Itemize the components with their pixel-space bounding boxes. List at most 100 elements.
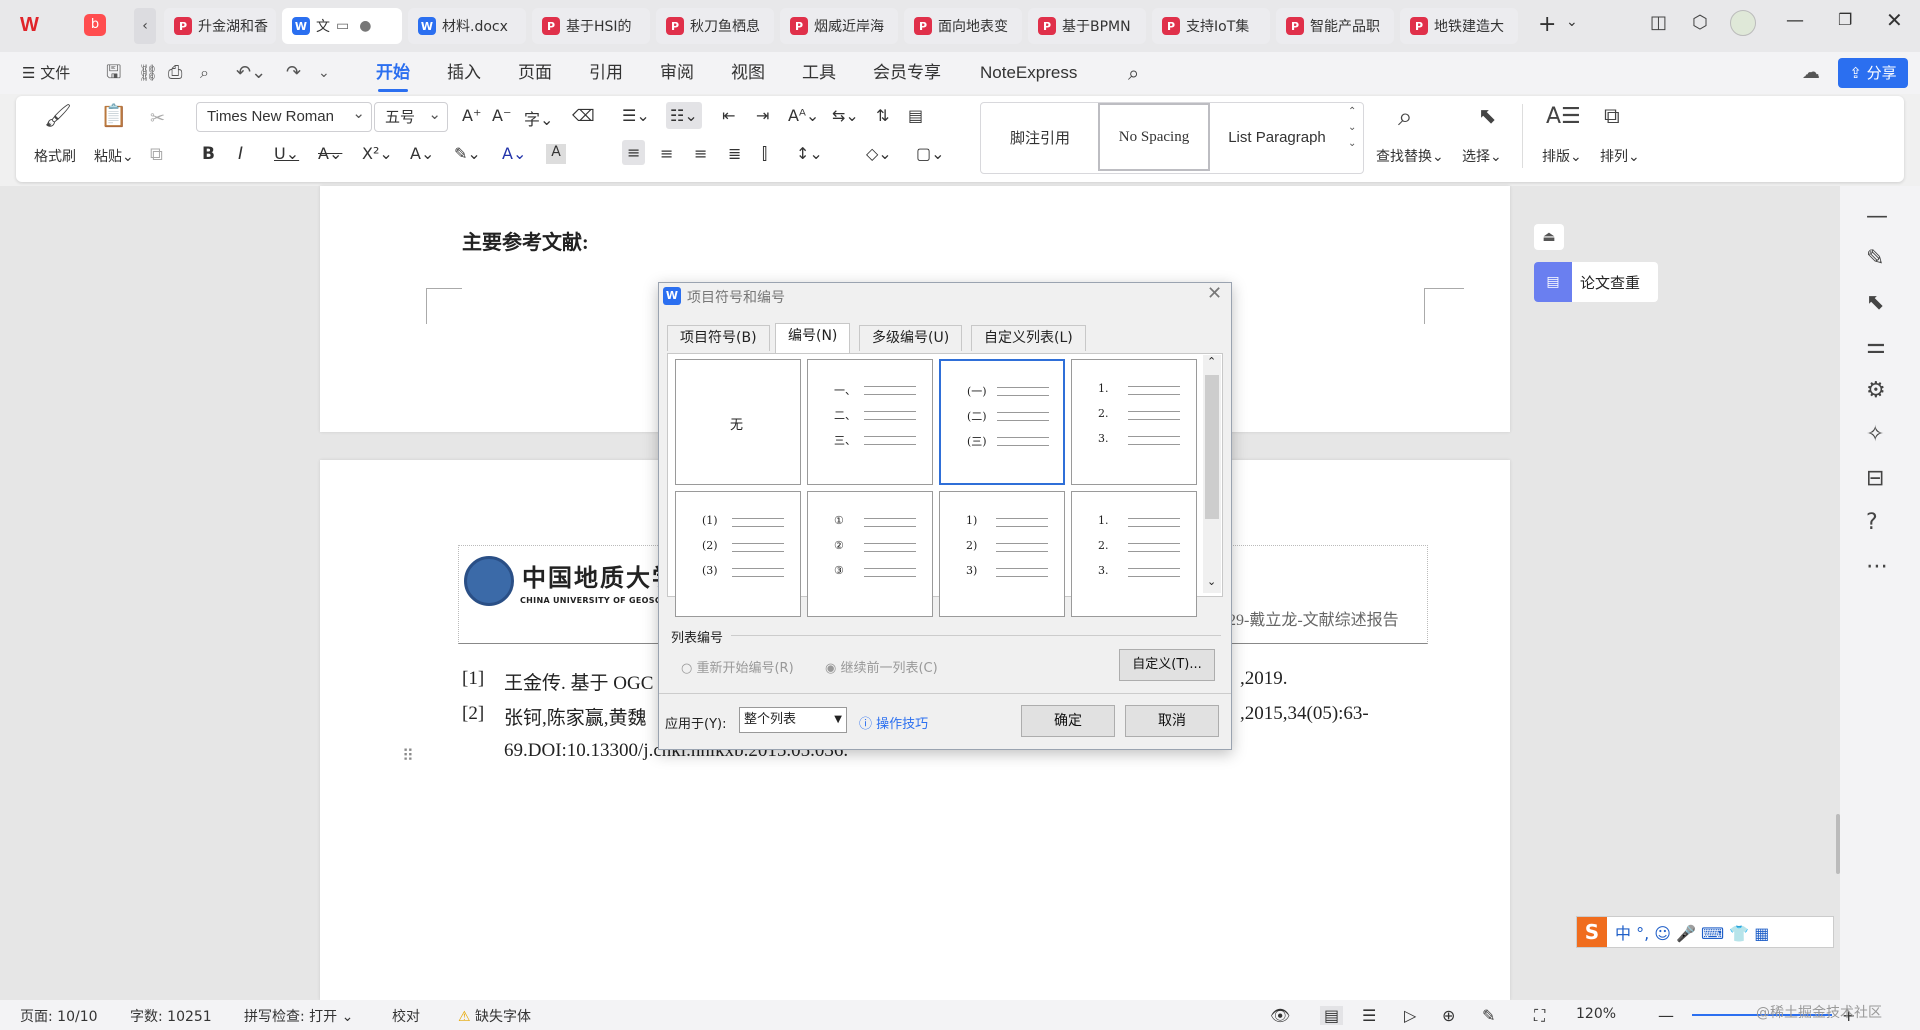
restart-numbering-radio[interactable]: ○ 重新开始编号(R) bbox=[681, 657, 794, 676]
tab-doc[interactable]: P 秋刀鱼栖息 bbox=[656, 8, 774, 44]
help-icon[interactable]: ? bbox=[1866, 510, 1878, 535]
char-shading-icon[interactable]: A bbox=[546, 144, 566, 164]
new-tab-icon[interactable]: + bbox=[1538, 12, 1556, 37]
style-no-spacing[interactable]: No Spacing bbox=[1098, 103, 1210, 171]
page-indicator[interactable]: 页面: 10/10 bbox=[20, 1006, 98, 1026]
paste-icon[interactable]: 📋 bbox=[100, 104, 127, 129]
play-icon[interactable]: ▷ bbox=[1404, 1006, 1416, 1025]
pen-icon[interactable]: ✎ bbox=[1866, 246, 1884, 271]
paste-label[interactable]: 粘贴⌄ bbox=[94, 146, 134, 166]
scroll-up-icon[interactable]: ⌃ bbox=[1207, 355, 1216, 368]
tab-custom-list[interactable]: 自定义列表(L) bbox=[971, 325, 1086, 351]
gallery-scrollbar[interactable]: ⌃ ⌄ bbox=[1203, 355, 1221, 593]
tab-doc[interactable]: P 基于BPMN bbox=[1028, 8, 1146, 44]
book-icon[interactable]: ⊟ bbox=[1866, 466, 1884, 491]
numbering-option-chinese[interactable]: 一、 二、 三、 bbox=[807, 359, 933, 485]
line-spacing-icon[interactable]: ↕⌄ bbox=[796, 144, 823, 163]
tab-multilevel[interactable]: 多级编号(U) bbox=[859, 325, 963, 351]
more-icon[interactable]: ⋯ bbox=[1866, 554, 1888, 579]
numbering-option-decimal[interactable]: 1. 2. 3. bbox=[1071, 359, 1197, 485]
dialog-close-icon[interactable]: ✕ bbox=[1207, 283, 1222, 304]
tab-list-chevron-icon[interactable]: ⌄ bbox=[1566, 14, 1578, 30]
redo-icon[interactable]: ↷ bbox=[286, 52, 301, 94]
numbering-option-half-paren[interactable]: 1) 2) 3) bbox=[939, 491, 1065, 617]
change-case-icon[interactable]: Aᴬ⌄ bbox=[788, 106, 819, 125]
tab-bullets[interactable]: 项目符号(B) bbox=[667, 325, 770, 351]
pdf-red-icon[interactable]: b bbox=[84, 14, 106, 36]
fit-page-icon[interactable]: ⛶ bbox=[1534, 1006, 1545, 1026]
numbered-list-icon[interactable]: ☷⌄ bbox=[666, 102, 702, 129]
search-icon[interactable]: ⌕ bbox=[1128, 52, 1139, 94]
styles-scroll-icon[interactable]: ⌃ ⌄ ⌄ bbox=[1348, 104, 1356, 152]
menu-noteexpress[interactable]: NoteExpress bbox=[980, 52, 1077, 94]
bullet-list-icon[interactable]: ☰⌄ bbox=[622, 106, 650, 125]
spell-check[interactable]: 拼写检查: 打开 ⌄ bbox=[244, 1006, 353, 1026]
increase-indent-icon[interactable]: ⇥ bbox=[756, 106, 769, 125]
find-replace-icon[interactable]: ⌕ bbox=[1398, 102, 1413, 133]
menu-review[interactable]: 审阅 bbox=[660, 52, 694, 94]
eye-icon[interactable]: 👁 bbox=[1270, 1006, 1290, 1025]
cube-icon[interactable]: ⬡ bbox=[1692, 12, 1708, 33]
tab-doc[interactable]: P 智能产品职 bbox=[1276, 8, 1394, 44]
tab-doc[interactable]: P 面向地表变 bbox=[904, 8, 1022, 44]
distribute-icon[interactable]: ⫿ bbox=[762, 144, 767, 164]
ime-toolbar[interactable]: S 中 °, ☺ 🎤 ⌨ 👕 ▦ bbox=[1576, 916, 1834, 948]
apply-to-select[interactable]: 整个列表 ▼ bbox=[739, 707, 847, 733]
tab-doc[interactable]: P 地铁建造大 bbox=[1400, 8, 1518, 44]
italic-icon[interactable]: I bbox=[238, 144, 243, 164]
arrange-label[interactable]: 排列⌄ bbox=[1600, 146, 1640, 166]
undo-icon[interactable]: ↶⌄ bbox=[236, 52, 266, 94]
phonetic-icon[interactable]: 字⌄ bbox=[524, 106, 553, 130]
menu-file[interactable]: ☰ 文件 bbox=[22, 52, 70, 94]
tab-doc[interactable]: P 基于HSI的 bbox=[532, 8, 650, 44]
layout-text-icon[interactable]: A☰ bbox=[1546, 104, 1581, 129]
page-view-icon[interactable]: ▤ bbox=[1320, 1006, 1344, 1025]
shrink-font-icon[interactable]: A⁻ bbox=[492, 106, 511, 125]
menu-tools[interactable]: 工具 bbox=[802, 52, 836, 94]
numbering-option-none[interactable]: 无 bbox=[675, 359, 801, 485]
numbering-option-decimal-2[interactable]: 1. 2. 3. bbox=[1071, 491, 1197, 617]
tab-doc[interactable]: P 升金湖和香 bbox=[164, 8, 276, 44]
menu-home[interactable]: 开始 bbox=[376, 52, 410, 94]
zoom-out-icon[interactable]: — bbox=[1658, 1006, 1674, 1025]
proofread[interactable]: 校对 bbox=[392, 1006, 420, 1026]
close-window-icon[interactable]: ✕ bbox=[1886, 8, 1903, 32]
shading-icon[interactable]: ◇⌄ bbox=[866, 144, 892, 163]
zoom-level[interactable]: 120% bbox=[1576, 1006, 1616, 1022]
web-view-icon[interactable]: ⊕ bbox=[1442, 1006, 1455, 1025]
border-icon[interactable]: ▢⌄ bbox=[916, 144, 945, 163]
avatar[interactable] bbox=[1730, 10, 1756, 36]
font-family-select[interactable]: Times New Roman bbox=[196, 100, 372, 132]
tools-icon[interactable]: ✧ bbox=[1866, 422, 1884, 447]
cursor-icon[interactable]: ⬉ bbox=[1866, 290, 1884, 315]
outline-view-icon[interactable]: ☰ bbox=[1362, 1006, 1376, 1025]
wps-logo[interactable]: W bbox=[20, 14, 46, 38]
tab-doc[interactable]: P 支持IoT集 bbox=[1152, 8, 1270, 44]
preview-icon[interactable]: ⌕ bbox=[200, 52, 209, 94]
scroll-down-icon[interactable]: ⌄ bbox=[1207, 575, 1216, 588]
print-icon[interactable]: ⎙ bbox=[168, 52, 182, 94]
underline-icon[interactable]: U⌄ bbox=[274, 144, 299, 163]
sort-icon[interactable]: ⇅ bbox=[876, 106, 889, 125]
minimize-icon[interactable]: — bbox=[1786, 10, 1804, 31]
font-size-select[interactable]: 五号 bbox=[374, 100, 448, 132]
link-icon[interactable]: ⛓ bbox=[138, 52, 158, 94]
align-center-icon[interactable]: ≡ bbox=[660, 144, 673, 163]
text-direction-icon[interactable]: ⇆⌄ bbox=[832, 106, 859, 125]
plagiarism-check-button[interactable]: ▤ 论文查重 bbox=[1534, 262, 1658, 302]
superscript-icon[interactable]: X²⌄ bbox=[362, 144, 393, 163]
justify-icon[interactable]: ≣ bbox=[728, 144, 741, 163]
pen-icon[interactable]: ✎ bbox=[1482, 1006, 1495, 1025]
share-button[interactable]: ⇪ 分享 bbox=[1838, 58, 1908, 88]
tab-doc[interactable]: P 烟威近岸海 bbox=[780, 8, 898, 44]
menu-page[interactable]: 页面 bbox=[518, 52, 552, 94]
format-painter-icon[interactable]: 🖌 bbox=[44, 104, 72, 129]
restore-icon[interactable]: ❐ bbox=[1838, 10, 1852, 29]
save-icon[interactable]: 🖫 bbox=[106, 52, 121, 94]
tab-numbering[interactable]: 编号(N) bbox=[775, 323, 851, 353]
cloud-icon[interactable]: ☁ bbox=[1802, 52, 1820, 94]
ok-button[interactable]: 确定 bbox=[1021, 705, 1115, 737]
adjust-icon[interactable]: ⚌ bbox=[1866, 334, 1886, 359]
highlight-icon[interactable]: ✎⌄ bbox=[454, 144, 481, 163]
numbering-option-paren-number[interactable]: (1) (2) (3) bbox=[675, 491, 801, 617]
